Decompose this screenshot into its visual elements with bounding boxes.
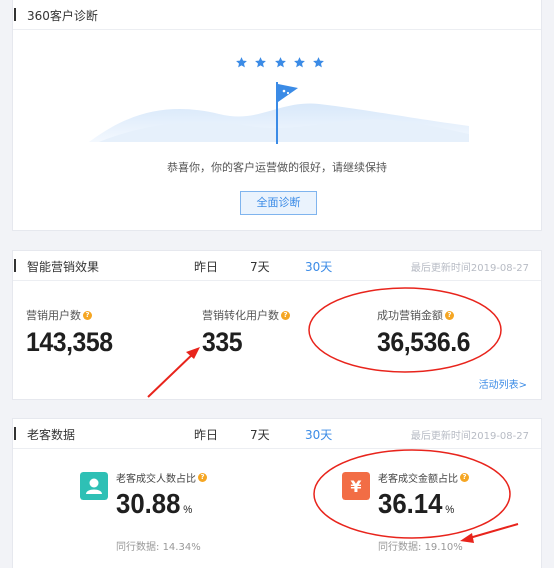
tab-30-days[interactable]: 30天: [305, 258, 332, 275]
section-marker: [14, 427, 16, 440]
peer-data: 同行数据: 19.10%: [378, 538, 463, 553]
peer-label: 同行数据:: [378, 542, 422, 553]
tab-yesterday[interactable]: 昨日: [194, 426, 218, 443]
tab-7-days[interactable]: 7天: [250, 258, 270, 275]
rating-stars: [235, 56, 325, 70]
tab-yesterday[interactable]: 昨日: [194, 258, 218, 275]
metric-label-text: 营销用户数: [26, 309, 81, 322]
peer-label: 同行数据:: [116, 542, 160, 553]
star-icon: [255, 57, 267, 68]
marketing-users-value: 143,358: [26, 327, 113, 357]
ratio-unit: %: [445, 504, 455, 516]
star-icon: [236, 57, 247, 68]
congrats-message: 恭喜你，你的客户运营做的很好，请继续保持: [167, 161, 387, 174]
info-icon[interactable]: [281, 310, 290, 321]
last-updated: 最后更新时间2019-08-27: [410, 431, 529, 442]
last-updated: 最后更新时间2019-08-27: [410, 263, 529, 274]
yuan-icon: ¥: [342, 472, 370, 500]
peer-data: 同行数据: 14.34%: [116, 538, 201, 553]
flag-icon: [276, 82, 298, 144]
info-icon[interactable]: [198, 472, 207, 483]
old-customer-title: 老客数据: [27, 428, 76, 442]
marketing-card: 智能营销效果 昨日 7天 30天 最后更新时间2019-08-27 营销用户数 …: [12, 250, 542, 400]
diagnosis-header: 360客户诊断: [13, 0, 541, 30]
metric-label: 营销用户数: [26, 307, 92, 323]
ratio-label: 老客成交人数占比: [116, 470, 207, 485]
info-icon[interactable]: [83, 310, 92, 321]
marketing-title: 智能营销效果: [27, 260, 100, 274]
ratio-label-text: 老客成交金额占比: [378, 474, 458, 485]
marketing-amount-value: 36,536.6: [377, 327, 471, 357]
activity-list-link[interactable]: 活动列表>: [479, 376, 527, 391]
star-icon: [313, 57, 324, 68]
converted-users-value: 335: [202, 327, 243, 357]
star-icon: [293, 57, 305, 68]
metric-label: 营销转化用户数: [202, 307, 290, 323]
peer-value: 14.34%: [162, 542, 201, 553]
ratio-number: 36.14: [378, 488, 443, 519]
tab-7-days[interactable]: 7天: [250, 426, 270, 443]
section-marker: [14, 259, 16, 272]
full-diagnosis-button[interactable]: 全面诊断: [240, 191, 317, 215]
info-icon[interactable]: [445, 310, 454, 321]
metric-label-text: 成功营销金额: [377, 309, 443, 322]
diagnosis-card: 360客户诊断 恭喜你，你的客户运营做的很好，请继续保持 全面诊断: [12, 0, 542, 231]
old-customer-card: 老客数据 昨日 7天 30天 最后更新时间2019-08-27 老客成交人数占比…: [12, 418, 542, 568]
svg-text:¥: ¥: [350, 477, 361, 496]
info-icon[interactable]: [460, 472, 469, 483]
star-icon: [274, 57, 286, 68]
deal-users-ratio-value: 30.88%: [116, 488, 192, 520]
ratio-label-text: 老客成交人数占比: [116, 474, 196, 485]
marketing-header: 智能营销效果 昨日 7天 30天 最后更新时间2019-08-27: [13, 251, 541, 281]
user-icon: [80, 472, 108, 500]
metric-label: 成功营销金额: [377, 307, 454, 323]
deal-amount-ratio-value: 36.14%: [378, 488, 454, 520]
tab-30-days[interactable]: 30天: [305, 426, 332, 443]
metric-label-text: 营销转化用户数: [202, 309, 279, 322]
old-customer-header: 老客数据 昨日 7天 30天 最后更新时间2019-08-27: [13, 419, 541, 449]
ratio-label: 老客成交金额占比: [378, 470, 469, 485]
peer-value: 19.10%: [424, 542, 463, 553]
ratio-number: 30.88: [116, 488, 181, 519]
ratio-unit: %: [183, 504, 193, 516]
diagnosis-title: 360客户诊断: [27, 9, 98, 23]
section-marker: [14, 8, 16, 21]
